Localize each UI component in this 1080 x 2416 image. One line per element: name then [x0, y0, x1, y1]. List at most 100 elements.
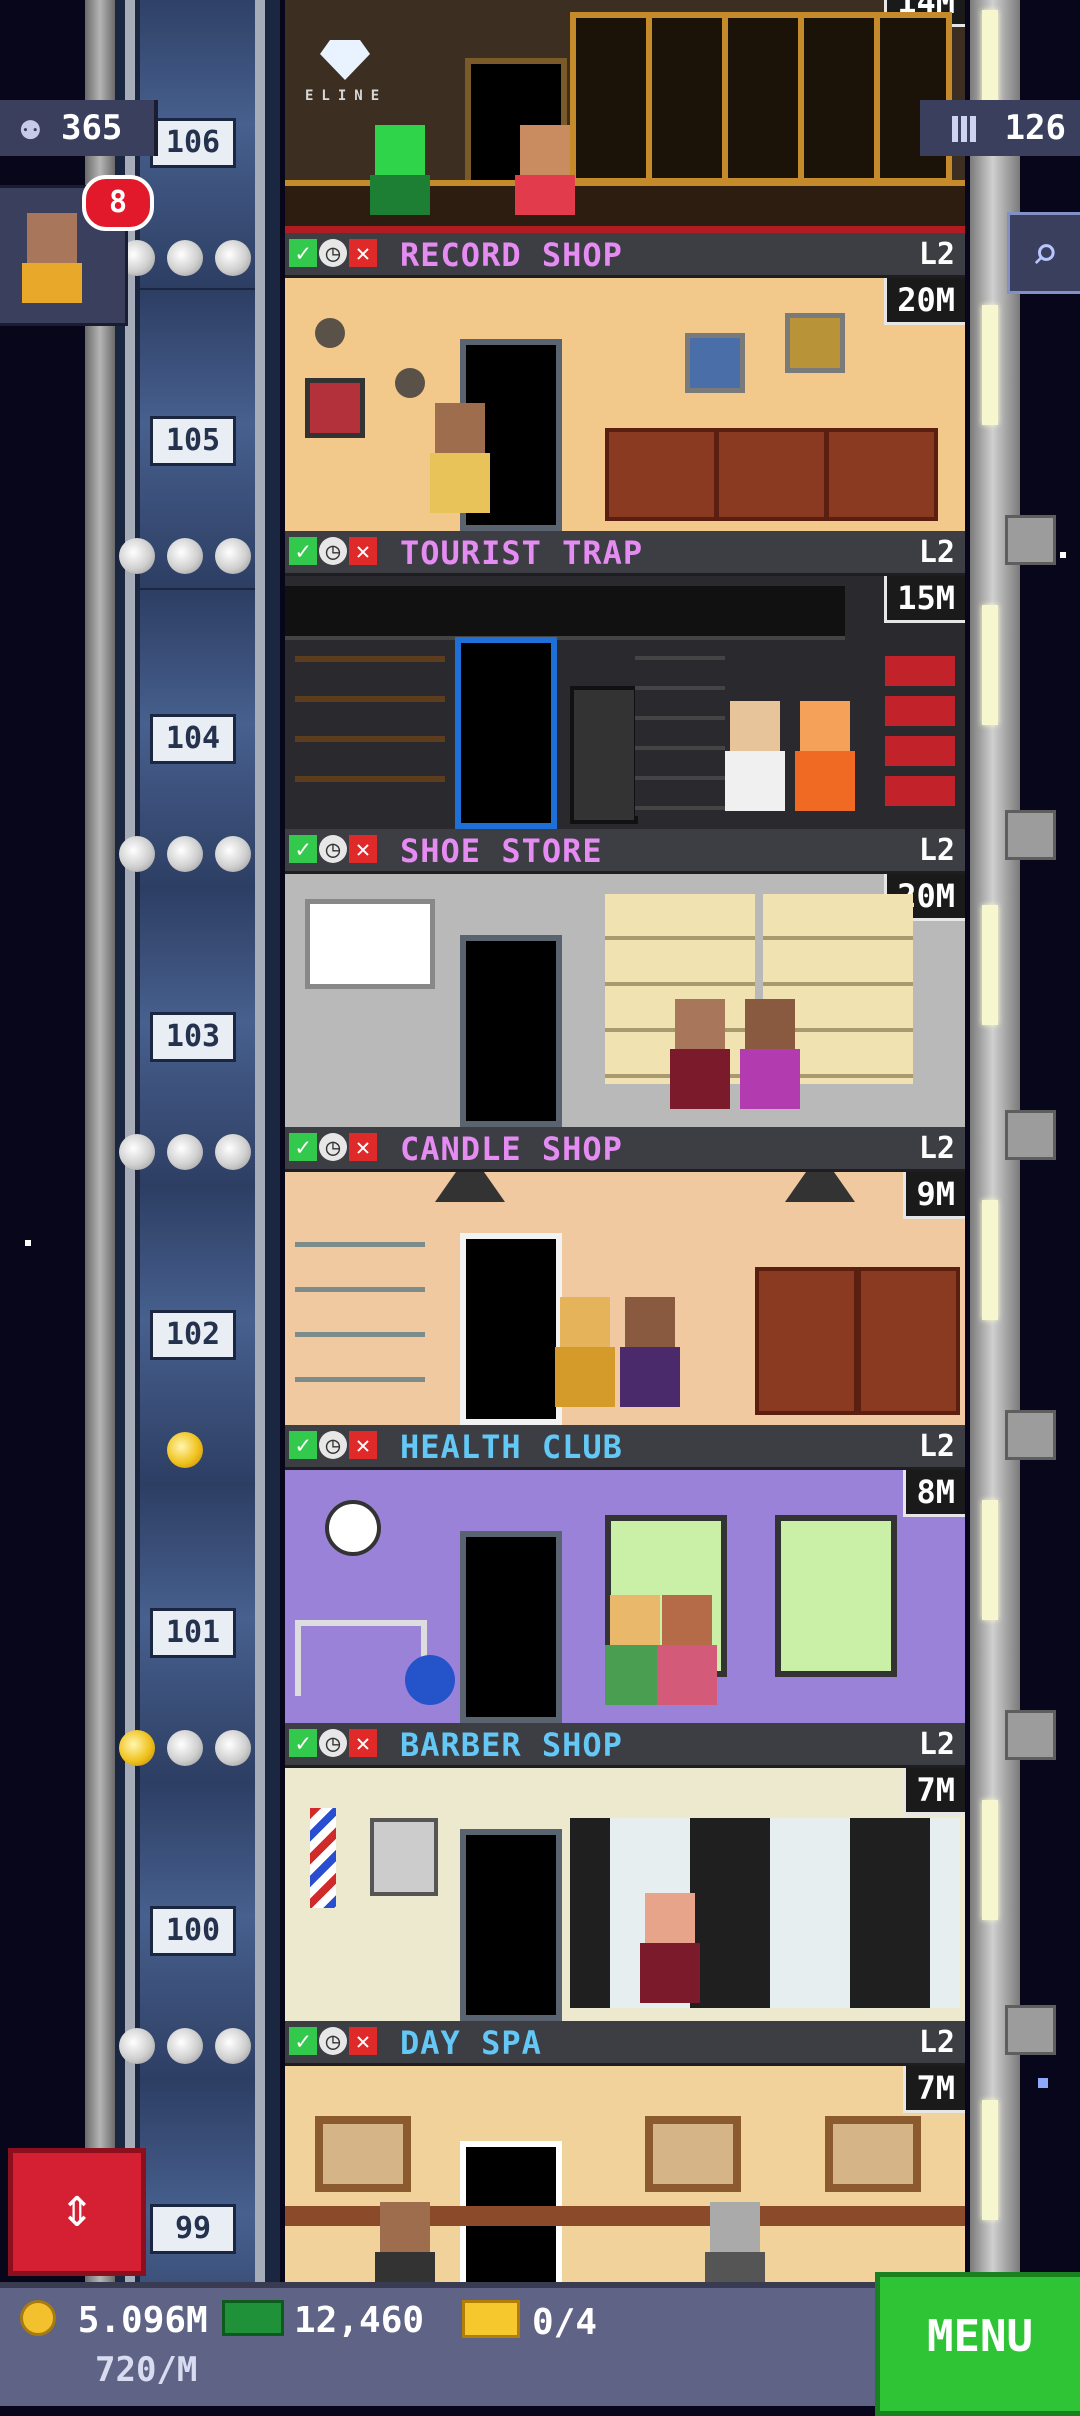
- barber-pole-icon: [310, 1808, 336, 1908]
- clock-icon: ◷: [319, 835, 347, 863]
- wall-poster: [785, 313, 845, 373]
- floor-level: L2: [918, 535, 955, 570]
- star-icon: [167, 2028, 203, 2064]
- floor-level: L2: [918, 237, 955, 272]
- spa-painting: [315, 2116, 411, 2192]
- bux-counter[interactable]: 12,460: [222, 2300, 424, 2341]
- banknote-icon: [222, 2300, 284, 2336]
- star-icon: [215, 1730, 251, 1766]
- room-door: [460, 1531, 562, 1723]
- tickets-counter[interactable]: 0/4: [462, 2300, 597, 2343]
- floor-star-rating: [119, 240, 279, 276]
- floor-star-rating: [119, 1134, 279, 1170]
- check-icon: ✓: [289, 537, 317, 565]
- star-icon: [119, 538, 155, 574]
- sky-star: [25, 1240, 31, 1246]
- record-bin: [605, 428, 718, 521]
- floor-price-tag: 15M: [884, 576, 965, 623]
- floor-header: ✓ ◷ ✕ SHOE STORE L2: [285, 829, 965, 874]
- wall-mirror: [370, 1818, 438, 1896]
- coins-value: 5.096M: [77, 2300, 208, 2341]
- barber-station: [570, 1818, 960, 2008]
- floor-room: 7M: [285, 1768, 965, 2021]
- floor-day-spa[interactable]: ✓ ◷ ✕ DAY SPA L2 7M: [285, 2021, 965, 2282]
- floor-star-rating: [119, 2028, 279, 2064]
- floor-name: SHOE STORE: [400, 832, 603, 870]
- visitor-character: [375, 2202, 435, 2282]
- candle-shelf: [755, 1267, 858, 1415]
- clock-icon: ◷: [319, 1729, 347, 1757]
- floor-level: L2: [918, 1429, 955, 1464]
- floor-price-tag: 8M: [903, 1470, 965, 1517]
- floor-room: 15M: [285, 576, 965, 829]
- star-icon: [167, 836, 203, 872]
- check-icon: ✓: [289, 1729, 317, 1757]
- candle-shelf: [857, 1267, 960, 1415]
- floor-tourist-trap[interactable]: ✓ ◷ ✕ TOURIST TRAP L2 15M: [285, 531, 965, 829]
- tickets-value: 0/4: [532, 2302, 598, 2343]
- souvenir-shelf: [885, 656, 955, 816]
- record-bin: [825, 428, 938, 521]
- spa-painting: [645, 2116, 741, 2192]
- check-icon: ✓: [289, 1431, 317, 1459]
- visitor-character: [740, 999, 800, 1119]
- elevator-button[interactable]: ⇕: [8, 2148, 146, 2276]
- floor-status-icons: ✓ ◷ ✕: [289, 835, 377, 863]
- shaft-floor-label: 104: [150, 714, 236, 764]
- floor-header: ✓ ◷ ✕ DAY SPA L2: [285, 2021, 965, 2066]
- floor-name: RECORD SHOP: [400, 236, 623, 274]
- star-icon: [119, 836, 155, 872]
- clock-icon: ◷: [319, 1133, 347, 1161]
- wall-record-icon: [315, 318, 345, 348]
- room-door: [460, 935, 562, 1127]
- room-door: [455, 637, 557, 829]
- star-icon: [215, 240, 251, 276]
- wall-poster: [305, 378, 365, 438]
- visitor-character: [657, 1595, 717, 1715]
- visitor-character: [640, 1893, 700, 2013]
- candle-shelf: [295, 1242, 425, 1412]
- floor-health-club[interactable]: ✓ ◷ ✕ HEALTH CLUB L2 8M: [285, 1425, 965, 1723]
- income-rate: 720/M: [95, 2350, 198, 2390]
- shaft-floor-label: 101: [150, 1608, 236, 1658]
- floor-barber-shop[interactable]: ✓ ◷ ✕ BARBER SHOP L2 7M: [285, 1723, 965, 2021]
- floor-header: ✓ ◷ ✕ BARBER SHOP L2: [285, 1723, 965, 1768]
- check-icon: ✓: [289, 835, 317, 863]
- floor-name: TOURIST TRAP: [400, 534, 644, 572]
- bux-ticker-counter[interactable]: 126: [920, 100, 1080, 156]
- elevator-shaft[interactable]: 106 105 104 103 102 101 100 99: [115, 0, 280, 2378]
- visitor-character: [430, 403, 490, 523]
- star-icon: [119, 2028, 155, 2064]
- floor-name: BARBER SHOP: [400, 1726, 623, 1764]
- top-floor-room[interactable]: 14M ELINE: [285, 0, 965, 233]
- exercise-ball: [405, 1655, 455, 1705]
- ceiling-lamp: [785, 1172, 855, 1202]
- population-counter[interactable]: ⚉ 365: [0, 100, 158, 156]
- arcade-machine: [570, 686, 638, 824]
- star-icon: [167, 1730, 203, 1766]
- bottom-status-bar: 5.096M 12,460 0/4 720/M MENU: [0, 2272, 1080, 2416]
- store-brand-text: ELINE: [305, 88, 388, 104]
- floor-record-shop[interactable]: ✓ ◷ ✕ RECORD SHOP L2 20M: [285, 233, 965, 531]
- floor-status-icons: ✓ ◷ ✕: [289, 537, 377, 565]
- gold-star-icon: [167, 1432, 203, 1468]
- sky-star: [1038, 2078, 1048, 2088]
- magnifier-icon[interactable]: ⌕: [1007, 212, 1080, 294]
- floor-level: L2: [918, 2025, 955, 2060]
- record-bin: [715, 428, 828, 521]
- floor-candle-shop[interactable]: ✓ ◷ ✕ CANDLE SHOP L2 9M: [285, 1127, 965, 1425]
- visitor-character: [670, 999, 730, 1119]
- close-icon: ✕: [349, 1431, 377, 1459]
- floor-level: L2: [918, 833, 955, 868]
- star-icon: [119, 1730, 155, 1766]
- menu-button[interactable]: MENU: [875, 2272, 1080, 2416]
- floor-header: ✓ ◷ ✕ RECORD SHOP L2: [285, 233, 965, 278]
- star-icon: [215, 836, 251, 872]
- coins-counter[interactable]: 5.096M: [20, 2300, 208, 2341]
- visitor-character: [620, 1297, 680, 1417]
- floor-shoe-store[interactable]: ✓ ◷ ✕ SHOE STORE L2 20M: [285, 829, 965, 1127]
- floor-name: HEALTH CLUB: [400, 1428, 623, 1466]
- visitor-character: [725, 701, 785, 821]
- bux-ticker-value: 126: [1004, 108, 1066, 148]
- floor-star-rating: [119, 538, 279, 574]
